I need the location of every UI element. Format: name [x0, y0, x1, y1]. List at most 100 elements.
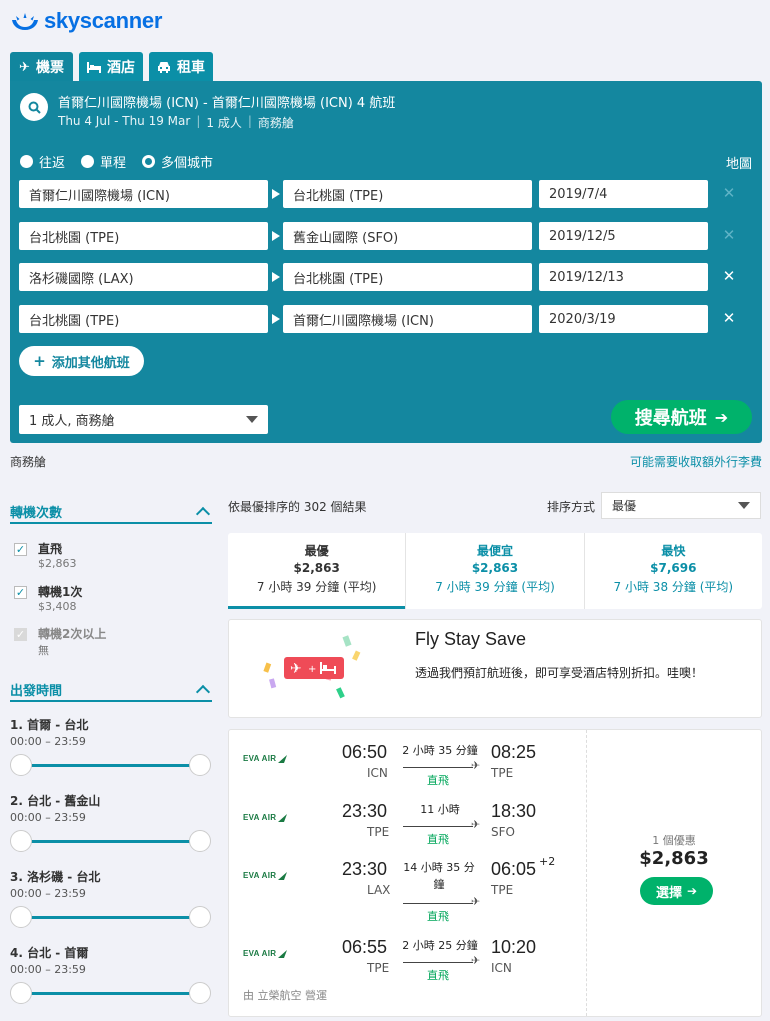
skyscanner-logo[interactable]: skyscanner [10, 8, 162, 34]
leg-origin-input[interactable]: 台北桃園 (TPE) [19, 305, 268, 333]
departure-filter-title[interactable]: 出發時間 [10, 680, 62, 699]
radio-button[interactable] [81, 155, 95, 168]
departure-leg-label: 1. 首爾 - 台北 [10, 718, 89, 732]
radio-button-selected[interactable] [142, 155, 156, 168]
leg-date-input[interactable]: 2020/3/19 [539, 305, 708, 333]
sort-tab-best[interactable]: 最優 $2,863 7 小時 39 分鐘 (平均) [228, 533, 406, 609]
leg-destination-input[interactable]: 台北桃園 (TPE) [283, 180, 532, 208]
search-summary-details: Thu 4 Jul - Thu 19 Mar | 1 成人 | 商務艙 [58, 114, 294, 131]
airline-name: EVA AIR [243, 754, 277, 763]
leg-destination-value: 台北桃園 (TPE) [293, 188, 384, 204]
leg-date-input[interactable]: 2019/12/5 [539, 222, 708, 250]
map-link[interactable]: 地圖 [726, 153, 752, 172]
time-slider-max-handle[interactable] [189, 906, 211, 928]
leg-destination-value: 台北桃園 (TPE) [293, 271, 384, 287]
leg-date-input[interactable]: 2019/12/13 [539, 263, 708, 291]
tab-hotels[interactable]: 酒店 [79, 52, 143, 82]
time-slider-min-handle[interactable] [10, 982, 32, 1004]
arrow-right-icon [272, 272, 280, 282]
chevron-up-icon[interactable] [195, 506, 211, 522]
origin-code: ICN [367, 766, 388, 780]
select-button[interactable]: 選擇 ➔ [640, 877, 713, 905]
stop-option-price: 無 [38, 644, 49, 657]
time-slider-min-handle[interactable] [10, 754, 32, 776]
tab-flights[interactable]: ✈ 機票 [10, 52, 73, 82]
close-icon[interactable]: ✕ [722, 269, 736, 284]
leg-origin-value: 台北桃園 (TPE) [29, 230, 120, 246]
leg-origin-input[interactable]: 首爾仁川國際機場 (ICN) [19, 180, 268, 208]
stop-checkbox[interactable]: ✓ [14, 543, 27, 556]
stops-label: 直飛 [427, 910, 449, 923]
plane-icon: ✈ [471, 895, 481, 908]
sort-select[interactable]: 最優 [601, 492, 761, 519]
search-flights-button[interactable]: 搜尋航班 ➔ [611, 400, 752, 434]
logo-text: skyscanner [44, 8, 163, 33]
search-panel [10, 81, 762, 443]
time-slider-max-handle[interactable] [189, 830, 211, 852]
baggage-fees-link[interactable]: 可能需要收取額外行李費 [630, 453, 762, 470]
stops-label: 直飛 [427, 774, 449, 787]
trip-type-multi[interactable]: 多個城市 [142, 152, 213, 171]
trip-type-round[interactable]: 往返 [20, 152, 65, 171]
leg-destination-input[interactable]: 首爾仁川國際機場 (ICN) [283, 305, 532, 333]
divider [10, 522, 212, 524]
search-summary-button[interactable] [20, 93, 48, 121]
sort-tab-fastest[interactable]: 最快 $7,696 7 小時 38 分鐘 (平均) [583, 533, 762, 609]
trip-type-round-label: 往返 [39, 156, 66, 171]
departure-leg-label: 2. 台北 - 舊金山 [10, 794, 101, 808]
flight-path-line [403, 962, 473, 963]
chevron-down-icon [246, 416, 258, 423]
close-icon: ✕ [722, 184, 736, 202]
bed-icon [87, 61, 101, 73]
add-leg-button[interactable]: + 添加其他航班 [19, 346, 144, 376]
time-slider-track[interactable] [21, 992, 201, 995]
select-label: 選擇 [655, 885, 682, 901]
departure-leg-label: 4. 台北 - 首爾 [10, 946, 89, 960]
flight-duration: 14 小時 35 分鐘 [403, 861, 475, 891]
leg-date-value: 2020/3/19 [549, 311, 616, 327]
trip-type-group: 往返 單程 多個城市 [20, 152, 213, 171]
departure-time: 06:55 [342, 937, 388, 957]
airline-logo: EVA AIR [243, 813, 288, 822]
leg-origin-input[interactable]: 洛杉磯國際 (LAX) [19, 263, 268, 291]
radio-button[interactable] [20, 155, 33, 168]
time-slider-track[interactable] [21, 764, 201, 767]
search-flights-label: 搜尋航班 [634, 408, 707, 429]
tab-flights-label: 機票 [35, 60, 64, 76]
flight-duration: 11 小時 [420, 803, 460, 816]
time-slider-track[interactable] [21, 840, 201, 843]
stop-option-label[interactable]: 轉機1次 [38, 583, 82, 600]
divider: | [247, 114, 252, 128]
svg-text:+: + [308, 664, 316, 675]
flight-duration: 2 小時 35 分鐘 [402, 744, 478, 757]
trip-type-multi-label: 多個城市 [161, 156, 214, 171]
stops-filter-title[interactable]: 轉機次數 [10, 502, 62, 521]
time-slider-max-handle[interactable] [189, 982, 211, 1004]
travellers-cabin-select[interactable]: 1 成人, 商務艙 [19, 405, 268, 434]
time-slider-track[interactable] [21, 916, 201, 919]
stop-checkbox[interactable]: ✓ [14, 586, 27, 599]
leg-date-value: 2019/12/5 [549, 228, 616, 244]
leg-date-input[interactable]: 2019/7/4 [539, 180, 708, 208]
arrival-time: 10:20 [491, 937, 537, 957]
tab-car-hire[interactable]: 租車 [149, 52, 213, 82]
eva-air-logo-icon [278, 754, 288, 763]
leg-destination-input[interactable]: 台北桃園 (TPE) [283, 263, 532, 291]
eva-air-logo-icon [278, 813, 288, 822]
summary-dates: Thu 4 Jul - Thu 19 Mar [58, 114, 191, 128]
time-slider-max-handle[interactable] [189, 754, 211, 776]
arrow-right-icon: ➔ [714, 407, 729, 427]
sort-tab-cheapest[interactable]: 最便宜 $2,863 7 小時 39 分鐘 (平均) [405, 533, 583, 609]
stop-option-label[interactable]: 直飛 [38, 540, 62, 557]
trip-type-oneway[interactable]: 單程 [81, 152, 126, 171]
time-slider-min-handle[interactable] [10, 830, 32, 852]
day-offset: +2 [539, 855, 556, 868]
leg-origin-input[interactable]: 台北桃園 (TPE) [19, 222, 268, 250]
close-icon[interactable]: ✕ [722, 311, 736, 326]
time-slider-min-handle[interactable] [10, 906, 32, 928]
leg-date-value: 2019/7/4 [549, 186, 608, 202]
itinerary-price: $2,863 [639, 848, 709, 869]
leg-destination-value: 首爾仁川國際機場 (ICN) [293, 313, 434, 329]
leg-destination-input[interactable]: 舊金山國際 (SFO) [283, 222, 532, 250]
chevron-up-icon[interactable] [195, 684, 211, 700]
